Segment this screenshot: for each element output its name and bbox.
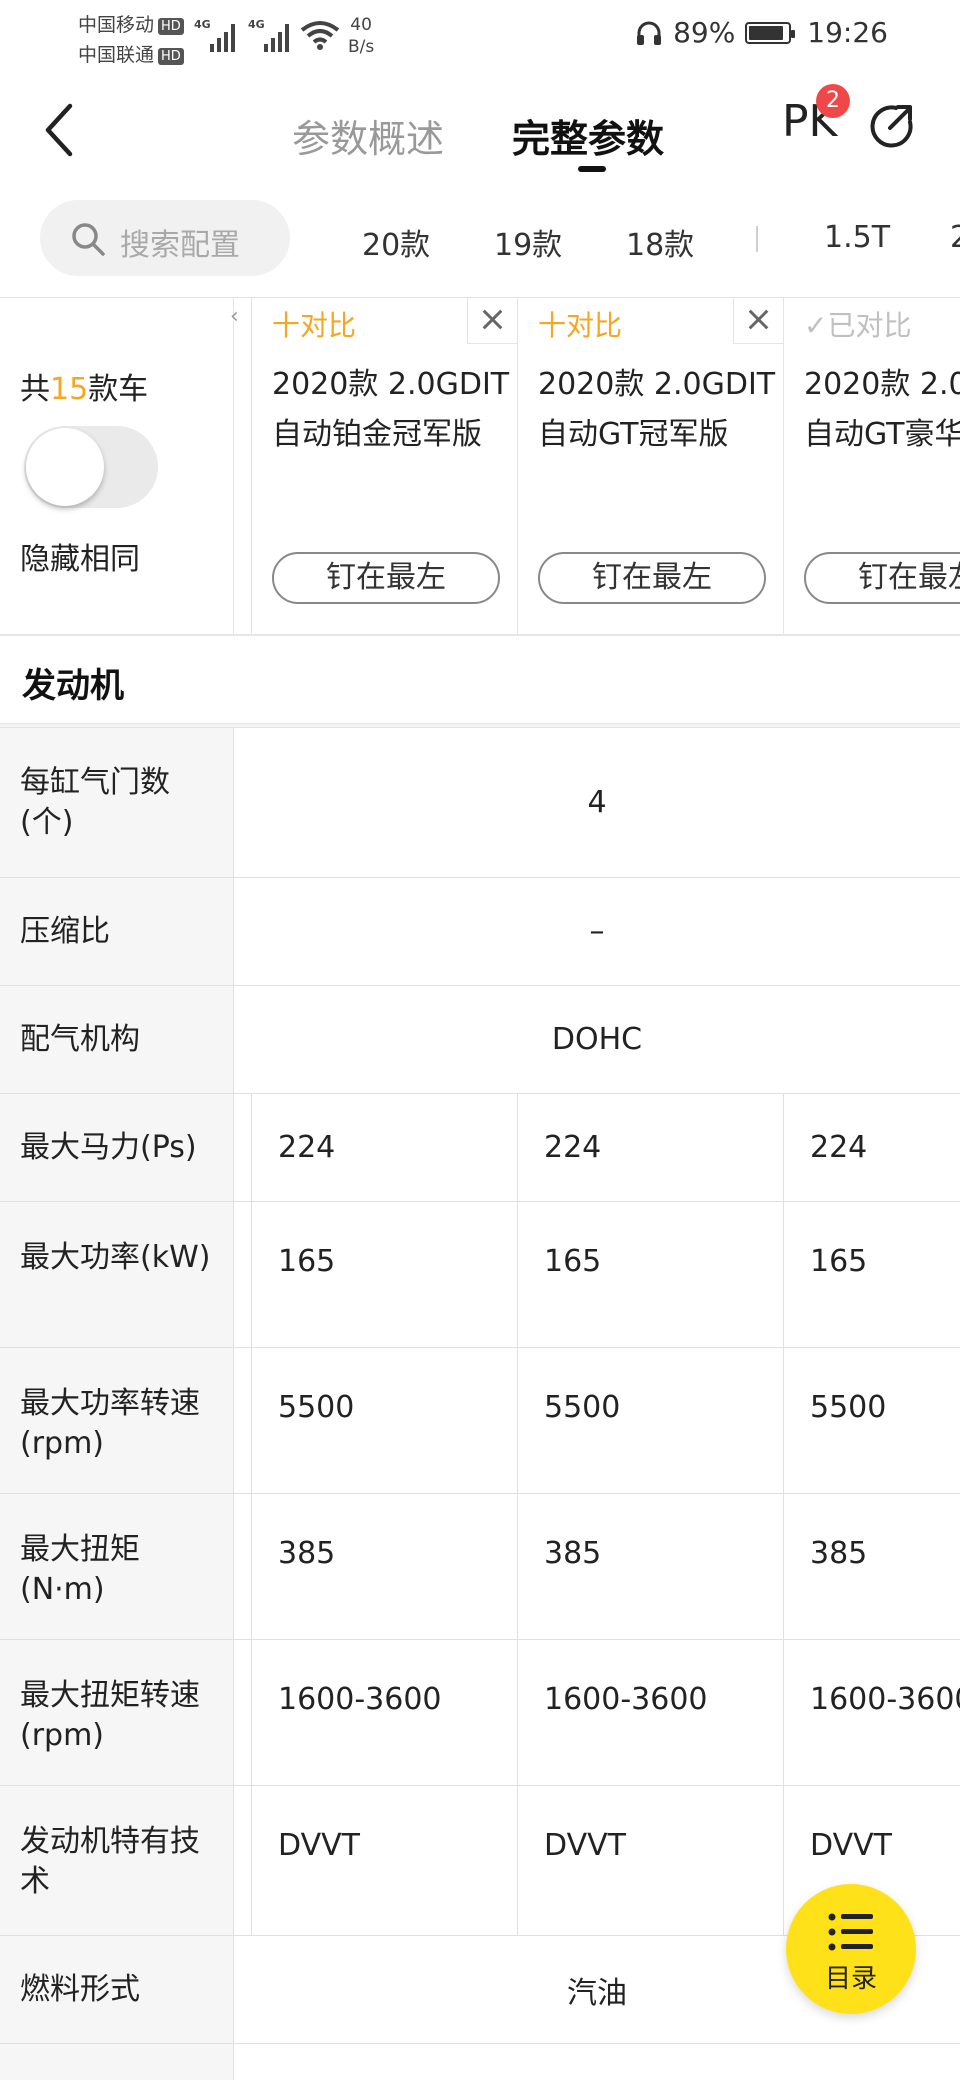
row-value: DOHC	[551, 1022, 643, 1057]
row-cell: 1600-3600	[252, 1640, 518, 1785]
signal-2-icon: 4G	[248, 18, 294, 52]
row-cell: 224	[810, 1130, 868, 1165]
list-icon	[828, 1913, 873, 1951]
pin-left-button[interactable]: 钉在最左	[538, 552, 766, 604]
clock: 19:26	[807, 16, 888, 49]
net-speed: 40 B/s	[348, 15, 375, 57]
headphones-icon	[637, 21, 662, 45]
status-bar: 中国移动 HD 中国联通 HD 4G 4G 40 B/s 89% 19:26	[0, 0, 960, 70]
table-row: 最大扭矩(N·m) 385 385 385	[0, 1494, 960, 1640]
top-nav: 参数概述 完整参数 PK 2	[0, 70, 960, 188]
row-cell: 165	[810, 1244, 868, 1279]
row-label: 最大功率(kW)	[0, 1202, 234, 1347]
table-row: 最大功率转速(rpm) 5500 5500 5500	[0, 1348, 960, 1494]
row-cell: 224	[252, 1094, 518, 1201]
table-row: 每缸气门数(个) 4	[0, 728, 960, 878]
row-label: 最大扭矩转速(rpm)	[0, 1640, 234, 1785]
prev-card-stub[interactable]: ‹	[230, 298, 252, 634]
car-name: 2020款 2.0GDIT 自动铂金冠军版	[272, 367, 510, 452]
toggle-knob	[26, 428, 104, 506]
row-value: 4	[587, 785, 607, 820]
row-cell: 165	[252, 1202, 518, 1347]
params-table: 每缸气门数(个) 4 压缩比 – 配气机构 DOHC 最大马力(Ps) 224 …	[0, 728, 960, 2080]
filter-divider	[756, 226, 758, 252]
filter-chip-more[interactable]: 2	[950, 220, 960, 255]
row-label: 最大扭矩(N·m)	[0, 1494, 234, 1639]
share-icon[interactable]	[866, 100, 918, 152]
carrier-2: 中国联通 HD	[78, 40, 184, 67]
add-compare-button[interactable]: 十对比	[538, 304, 622, 344]
search-placeholder: 搜索配置	[120, 228, 240, 263]
row-label: 最大功率转速(rpm)	[0, 1348, 234, 1493]
car-card: 十对比 2020款 2.0GDIT 自动铂金冠军版 钉在最左	[252, 298, 518, 634]
battery-icon	[745, 21, 796, 44]
add-compare-button[interactable]: 十对比	[272, 304, 356, 344]
table-row: 压缩比 –	[0, 878, 960, 986]
signal-1-icon: 4G	[194, 18, 240, 52]
table-row: 最大功率(kW) 165 165 165	[0, 1202, 960, 1348]
filter-chip-18[interactable]: 18款	[626, 220, 694, 264]
section-title-engine: 发动机	[0, 636, 960, 724]
row-label: 配气机构	[0, 986, 234, 1093]
row-label: 最大马力(Ps)	[0, 1094, 234, 1201]
pk-count-badge: 2	[816, 84, 850, 118]
catalog-button[interactable]: 目录	[786, 1884, 916, 2014]
hide-same-label: 隐藏相同	[20, 542, 140, 577]
wifi-icon	[300, 21, 340, 50]
compared-label[interactable]: ✓已对比	[804, 304, 911, 344]
row-cell: 5500	[810, 1390, 887, 1425]
filter-bar: 搜索配置 20款 19款 18款 1.5T 2	[0, 188, 960, 298]
hide-same-toggle[interactable]	[24, 426, 158, 508]
row-cell: 1600-3600	[810, 1682, 960, 1717]
header-left-panel: 共15款车 隐藏相同	[0, 298, 234, 634]
row-cell: 5500	[518, 1348, 784, 1493]
scroll-left-icon: ‹	[230, 304, 239, 329]
row-cell: 385	[252, 1494, 518, 1639]
filter-chip-20[interactable]: 20款	[362, 220, 430, 264]
status-right: 89% 19:26	[635, 16, 888, 49]
table-row: 最大扭矩转速(rpm) 1600-3600 1600-3600 1600-360…	[0, 1640, 960, 1786]
row-label: 每缸气门数(个)	[0, 728, 234, 877]
row-cell: 5500	[252, 1348, 518, 1493]
tab-indicator	[578, 166, 606, 172]
row-value: –	[589, 914, 605, 949]
row-cell: DVVT	[252, 1786, 518, 1935]
car-name: 2020款 2.0GDIT自动GT豪华版	[804, 367, 960, 452]
back-icon[interactable]	[36, 100, 86, 160]
car-card: 十对比 2020款 2.0GDIT 自动GT冠军版 钉在最左	[518, 298, 784, 634]
row-label: 压缩比	[0, 878, 234, 985]
tab-full-params[interactable]: 完整参数	[512, 108, 664, 163]
close-icon[interactable]	[467, 298, 517, 344]
row-label	[0, 2044, 234, 2080]
row-label: 发动机特有技术	[0, 1786, 234, 1935]
row-label: 燃料形式	[0, 1936, 234, 2043]
table-row: 最大马力(Ps) 224 224 224	[0, 1094, 960, 1202]
car-header-row: 共15款车 隐藏相同 ‹ 十对比 2020款 2.0GDIT 自动铂金冠军版 钉在…	[0, 298, 960, 636]
row-cell: 1600-3600	[518, 1640, 784, 1785]
row-cell: DVVT	[518, 1786, 784, 1935]
car-count-label: 共15款车	[20, 372, 149, 407]
tab-overview[interactable]: 参数概述	[292, 108, 444, 163]
battery-percent: 89%	[673, 16, 736, 49]
car-name: 2020款 2.0GDIT 自动GT冠军版	[538, 367, 776, 452]
table-row	[0, 2044, 960, 2080]
row-cell: 385	[518, 1494, 784, 1639]
row-cell: 224	[518, 1094, 784, 1201]
car-card: ✓已对比 2020款 2.0GDIT自动GT豪华版 钉在最左	[784, 298, 960, 634]
carrier-1: 中国移动 HD	[78, 10, 184, 37]
catalog-label: 目录	[824, 1964, 877, 1994]
row-cell: 165	[518, 1202, 784, 1347]
close-icon[interactable]	[733, 298, 783, 344]
table-row: 配气机构 DOHC	[0, 986, 960, 1094]
pin-left-button[interactable]: 钉在最左	[272, 552, 500, 604]
filter-chip-1-5t[interactable]: 1.5T	[824, 220, 890, 255]
filter-chip-19[interactable]: 19款	[494, 220, 562, 264]
search-input[interactable]: 搜索配置	[40, 200, 290, 276]
pin-left-button[interactable]: 钉在最左	[804, 552, 960, 604]
row-cell: 385	[810, 1536, 868, 1571]
search-icon	[72, 223, 105, 256]
